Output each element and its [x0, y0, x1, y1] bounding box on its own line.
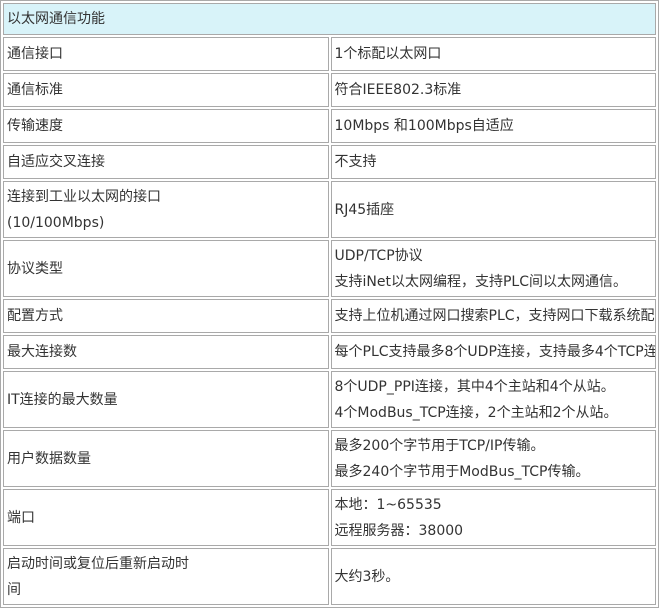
table-row: 协议类型 UDP/TCP协议 支持iNet以太网编程，支持PLC间以太网通信。	[3, 240, 656, 297]
row-value: 1个标配以太网口	[330, 37, 656, 71]
row-value: 大约3秒。	[330, 548, 656, 605]
spec-table: 以太网通信功能 通信接口 1个标配以太网口 通信标准 符合IEEE802.3标准…	[0, 0, 659, 608]
row-label: 传输速度	[3, 109, 329, 143]
row-value: 符合IEEE802.3标准	[330, 73, 656, 107]
row-value: 本地：1~65535 远程服务器：38000	[330, 489, 656, 546]
row-label: 连接到工业以太网的接口 (10/100Mbps)	[3, 181, 329, 238]
spec-table-body: 以太网通信功能 通信接口 1个标配以太网口 通信标准 符合IEEE802.3标准…	[3, 3, 656, 605]
table-row: 用户数据数量 最多200个字节用于TCP/IP传输。 最多240个字节用于ModB…	[3, 430, 656, 487]
table-row: 最大连接数 每个PLC支持最多8个UDP连接，支持最多4个TCP连接。	[3, 335, 656, 369]
row-label: 自适应交叉连接	[3, 145, 329, 179]
row-label: 通信接口	[3, 37, 329, 71]
row-label: 通信标准	[3, 73, 329, 107]
table-row: 配置方式 支持上位机通过网口搜索PLC，支持网口下载系统配置。	[3, 299, 656, 333]
row-label: IT连接的最大数量	[3, 371, 329, 428]
row-value: UDP/TCP协议 支持iNet以太网编程，支持PLC间以太网通信。	[330, 240, 656, 297]
table-row: 通信标准 符合IEEE802.3标准	[3, 73, 656, 107]
table-header-row: 以太网通信功能	[3, 3, 656, 35]
table-row: 传输速度 10Mbps 和100Mbps自适应	[3, 109, 656, 143]
table-row: 端口 本地：1~65535 远程服务器：38000	[3, 489, 656, 546]
row-value: RJ45插座	[330, 181, 656, 238]
table-row: 启动时间或复位后重新启动时间 大约3秒。	[3, 548, 656, 605]
table-row: 自适应交叉连接 不支持	[3, 145, 656, 179]
table-row: 连接到工业以太网的接口 (10/100Mbps) RJ45插座	[3, 181, 656, 238]
row-value: 8个UDP_PPI连接，其中4个主站和4个从站。 4个ModBus_TCP连接，2…	[330, 371, 656, 428]
row-label: 配置方式	[3, 299, 329, 333]
row-value: 不支持	[330, 145, 656, 179]
row-value: 支持上位机通过网口搜索PLC，支持网口下载系统配置。	[330, 299, 656, 333]
row-value: 最多200个字节用于TCP/IP传输。 最多240个字节用于ModBus_TCP传…	[330, 430, 656, 487]
table-title: 以太网通信功能	[3, 3, 656, 35]
row-label: 用户数据数量	[3, 430, 329, 487]
row-label: 端口	[3, 489, 329, 546]
row-label: 启动时间或复位后重新启动时间	[3, 548, 329, 605]
row-value: 10Mbps 和100Mbps自适应	[330, 109, 656, 143]
row-label: 最大连接数	[3, 335, 329, 369]
row-label: 协议类型	[3, 240, 329, 297]
table-row: 通信接口 1个标配以太网口	[3, 37, 656, 71]
table-row: IT连接的最大数量 8个UDP_PPI连接，其中4个主站和4个从站。 4个ModB…	[3, 371, 656, 428]
row-value: 每个PLC支持最多8个UDP连接，支持最多4个TCP连接。	[330, 335, 656, 369]
